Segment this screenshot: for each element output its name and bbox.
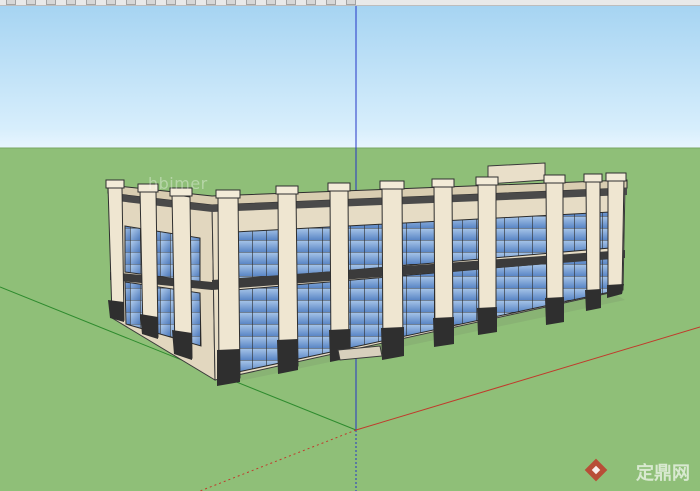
watermark-top-logo: hbimer — [148, 174, 208, 193]
circle-tool-button[interactable] — [106, 0, 116, 5]
line-tool-button[interactable] — [66, 0, 76, 5]
orbit-tool-button[interactable] — [286, 0, 296, 5]
watermark-bottom-text: 定鼎网 — [636, 463, 690, 484]
paint-tool-button[interactable] — [46, 0, 56, 5]
text-tool-button[interactable] — [266, 0, 276, 5]
3d-viewport[interactable]: hbimer 定鼎网 — [0, 6, 700, 491]
tape-tool-button[interactable] — [226, 0, 236, 5]
watermark-bottom: 定鼎网 — [636, 459, 690, 485]
rotate-tool-button[interactable] — [166, 0, 176, 5]
scene-canvas — [0, 6, 700, 491]
select-tool-button[interactable] — [6, 0, 16, 5]
zoom-tool-button[interactable] — [326, 0, 336, 5]
pan-tool-button[interactable] — [306, 0, 316, 5]
eraser-tool-button[interactable] — [26, 0, 36, 5]
rectangle-tool-button[interactable] — [86, 0, 96, 5]
move-tool-button[interactable] — [146, 0, 156, 5]
offset-tool-button[interactable] — [206, 0, 216, 5]
sketchup-window: hbimer 定鼎网 — [0, 0, 700, 491]
zoom-extents-tool-button[interactable] — [346, 0, 356, 5]
scale-tool-button[interactable] — [186, 0, 196, 5]
push-pull-tool-button[interactable] — [126, 0, 136, 5]
sky — [0, 6, 700, 150]
dimension-tool-button[interactable] — [246, 0, 256, 5]
